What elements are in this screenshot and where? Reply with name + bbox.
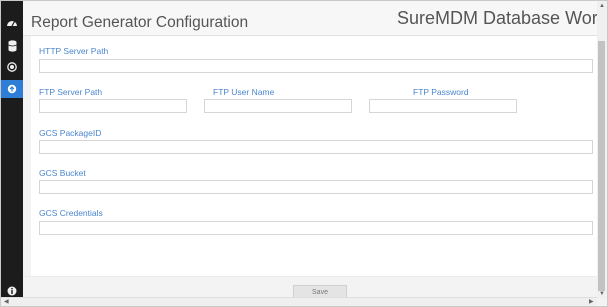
horizontal-scrollbar[interactable] — [1, 297, 597, 306]
page-title: Report Generator Configuration — [31, 14, 249, 31]
scroll-down-arrow-icon[interactable]: ▼ — [599, 291, 605, 297]
header: Report Generator Configuration SureMDM D… — [23, 1, 607, 36]
app-title: SureMDM Database Worker — [397, 8, 607, 28]
vertical-scrollbar-thumb[interactable] — [598, 41, 605, 291]
ftp-user-name-input[interactable] — [204, 99, 352, 113]
ftp-password-label: FTP Password — [413, 87, 469, 97]
config-form: HTTP Server Path FTP Server Path FTP Use… — [31, 36, 597, 276]
http-server-path-input[interactable] — [39, 59, 593, 73]
scroll-right-arrow-icon[interactable]: ▶ — [589, 299, 594, 305]
gcs-credentials-input[interactable] — [39, 221, 593, 235]
ftp-server-path-input[interactable] — [39, 99, 187, 113]
scroll-left-arrow-icon[interactable]: ◀ — [4, 299, 9, 305]
scroll-up-arrow-icon[interactable]: ▲ — [599, 3, 605, 9]
gcs-package-id-input[interactable] — [39, 140, 593, 154]
ftp-server-path-label: FTP Server Path — [39, 87, 103, 97]
database-icon[interactable] — [5, 39, 19, 53]
info-icon[interactable] — [5, 284, 19, 298]
ftp-password-input[interactable] — [369, 99, 517, 113]
ftp-user-name-label: FTP User Name — [213, 87, 275, 97]
record-icon[interactable] — [5, 60, 19, 74]
gcs-credentials-label: GCS Credentials — [39, 208, 103, 218]
gcs-package-id-label: GCS PackageID — [39, 128, 102, 138]
gcs-bucket-label: GCS Bucket — [39, 168, 86, 178]
settings-icon[interactable] — [5, 82, 19, 96]
gcs-bucket-input[interactable] — [39, 180, 593, 194]
http-server-path-label: HTTP Server Path — [39, 46, 109, 56]
dashboard-icon[interactable] — [5, 15, 19, 29]
app-window: Report Generator Configuration SureMDM D… — [0, 0, 608, 307]
sidebar — [1, 1, 23, 306]
